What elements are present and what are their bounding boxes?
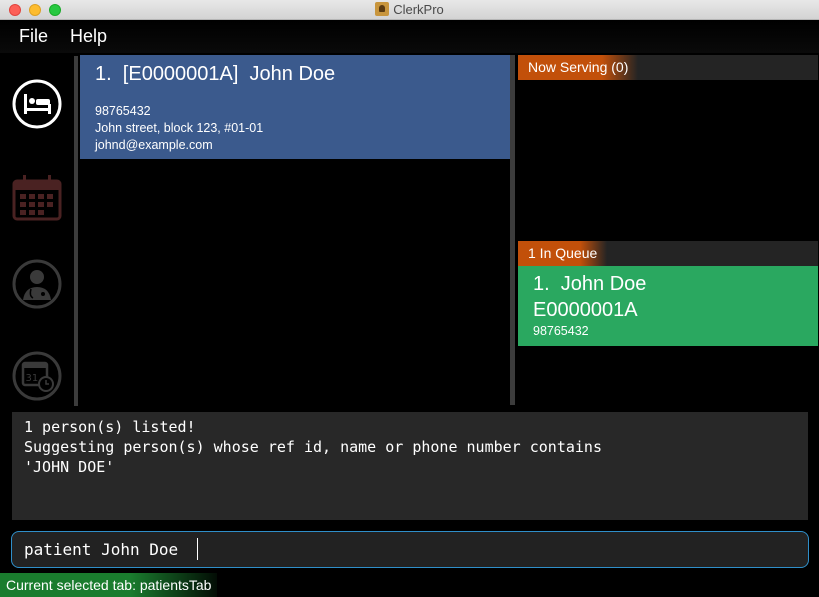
tab-patients[interactable] — [11, 78, 63, 130]
now-serving-label: Now Serving (0) — [518, 55, 639, 80]
app-icon — [375, 2, 390, 16]
result-line: 'JOHN DOE' — [24, 458, 115, 476]
column-divider — [510, 55, 515, 405]
calendar-icon — [12, 175, 62, 221]
window-titlebar: ClerkPro — [0, 0, 819, 20]
queue-label: 1 In Queue — [518, 241, 608, 266]
menu-file[interactable]: File — [19, 26, 48, 47]
menu-help[interactable]: Help — [70, 26, 107, 47]
queue-card-name: 1. John Doe — [533, 273, 647, 295]
tab-schedule[interactable]: 31 — [11, 350, 63, 402]
queue-card-ref-id: E0000001A — [533, 299, 638, 321]
calendar-clock-icon: 31 — [12, 351, 62, 401]
patient-bed-icon — [12, 79, 62, 129]
command-box — [11, 531, 809, 568]
command-input[interactable] — [12, 532, 808, 567]
doctor-icon — [12, 259, 62, 309]
person-email: johnd@example.com — [95, 138, 213, 152]
person-phone: 98765432 — [95, 104, 151, 118]
person-address: John street, block 123, #01-01 — [95, 121, 264, 135]
sidebar-divider — [74, 56, 78, 406]
window-title: ClerkPro — [393, 2, 444, 17]
status-text: Current selected tab: patientsTab — [0, 573, 218, 597]
result-line: Suggesting person(s) whose ref id, name … — [24, 438, 602, 456]
result-display: 1 person(s) listed! Suggesting person(s)… — [12, 412, 808, 520]
person-card-title: 1. [E0000001A] John Doe — [95, 63, 336, 85]
now-serving-header: Now Serving (0) — [518, 55, 818, 80]
tab-doctors[interactable] — [11, 258, 63, 310]
sidebar-tabs: 31 — [0, 53, 72, 405]
tab-appointments[interactable] — [11, 171, 63, 223]
text-caret — [197, 538, 198, 560]
person-list-panel: 1. [E0000001A] John Doe 98765432 John st… — [79, 55, 511, 405]
queue-header: 1 In Queue — [518, 241, 818, 266]
svg-text:31: 31 — [26, 373, 39, 384]
person-card[interactable]: 1. [E0000001A] John Doe 98765432 John st… — [80, 55, 510, 159]
result-line: 1 person(s) listed! — [24, 418, 196, 436]
window-title-wrap: ClerkPro — [0, 2, 819, 17]
queue-card[interactable]: 1. John Doe E0000001A 98765432 — [518, 266, 818, 346]
menu-bar: File Help — [0, 21, 819, 53]
queue-card-phone: 98765432 — [533, 324, 589, 338]
status-bar: Current selected tab: patientsTab — [0, 573, 819, 597]
